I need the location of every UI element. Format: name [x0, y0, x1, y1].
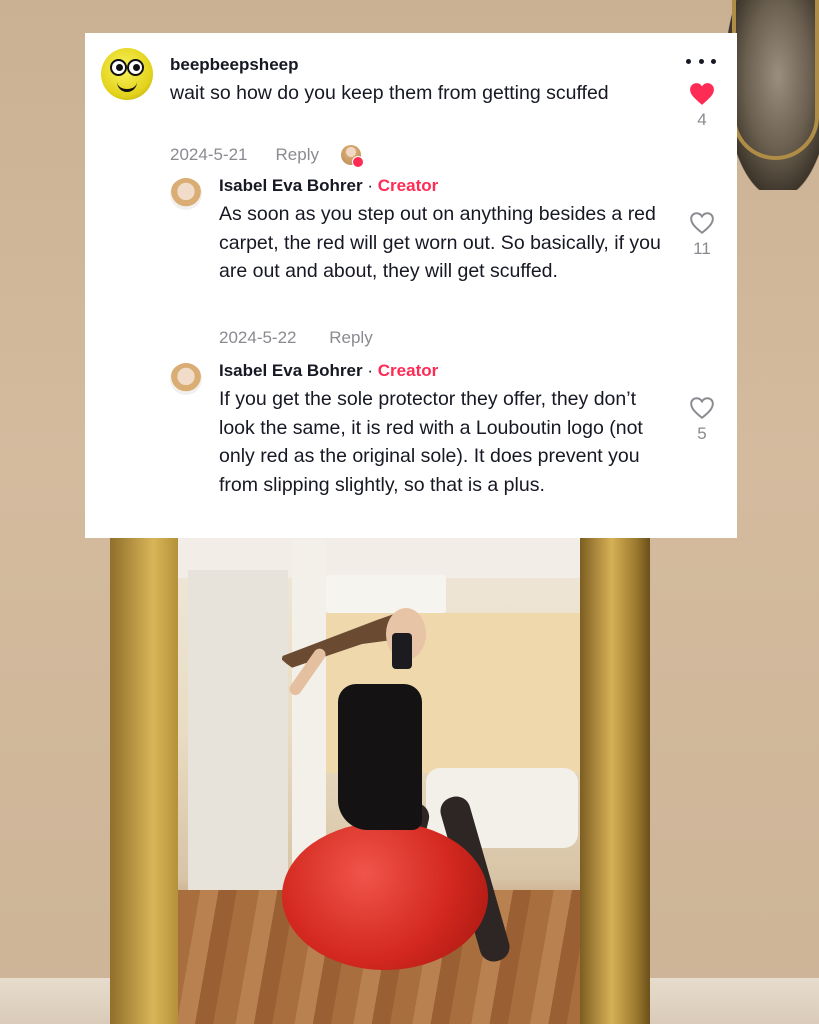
heart-outline-icon — [690, 397, 714, 419]
reply-author-name[interactable]: Isabel Eva Bohrer — [219, 176, 363, 195]
comment-card: beepbeepsheep wait so how do you keep th… — [85, 33, 737, 538]
separator: · — [367, 361, 374, 380]
creator-badge: Creator — [377, 176, 439, 195]
more-options-icon[interactable] — [686, 59, 716, 69]
separator: · — [367, 176, 374, 195]
person-dress — [338, 684, 422, 830]
comment-text: wait so how do you keep them from gettin… — [170, 82, 609, 104]
person-phone — [392, 633, 412, 669]
like-count: 11 — [693, 239, 711, 258]
exercise-ball — [282, 822, 488, 970]
reply-like-button[interactable]: 11 — [682, 211, 722, 259]
reply-text: If you get the sole protector they offer… — [219, 388, 643, 496]
creator-liked-avatar — [340, 145, 364, 168]
creator-badge: Creator — [377, 361, 439, 380]
reflection-air-conditioner — [326, 575, 446, 613]
heart-filled-icon — [690, 83, 714, 105]
reply-button[interactable]: Reply — [276, 145, 319, 165]
reply-like-button[interactable]: 5 — [682, 396, 722, 444]
reply-date: 2024-5-22 — [219, 328, 297, 347]
creator-avatar[interactable] — [170, 178, 202, 210]
reply-author-name[interactable]: Isabel Eva Bohrer — [219, 361, 363, 380]
reply-item: Isabel Eva Bohrer · Creator If you get t… — [170, 361, 710, 538]
reply-item: Isabel Eva Bohrer · Creator As soon as y… — [170, 176, 710, 358]
reply-meta: 2024-5-22 Reply — [219, 328, 373, 348]
reply-button[interactable]: Reply — [329, 328, 372, 347]
heart-badge-icon — [351, 156, 364, 168]
reflection-door — [188, 570, 288, 890]
wall-sconce-frame — [732, 0, 819, 160]
like-count: 4 — [697, 110, 707, 129]
heart-outline-icon — [690, 212, 714, 234]
reply-author[interactable]: Isabel Eva Bohrer · Creator — [219, 361, 438, 381]
commenter-avatar[interactable] — [101, 48, 153, 100]
reply-author[interactable]: Isabel Eva Bohrer · Creator — [219, 176, 438, 196]
creator-avatar[interactable] — [170, 363, 202, 395]
commenter-username[interactable]: beepbeepsheep — [170, 55, 299, 75]
like-count: 5 — [697, 424, 707, 443]
comment-date: 2024-5-21 — [170, 145, 248, 164]
comment-like-button[interactable]: 4 — [682, 82, 722, 130]
reflection-column — [292, 540, 326, 880]
reply-text: As soon as you step out on anything besi… — [219, 203, 661, 282]
comment-meta: 2024-5-21 Reply — [170, 145, 364, 168]
